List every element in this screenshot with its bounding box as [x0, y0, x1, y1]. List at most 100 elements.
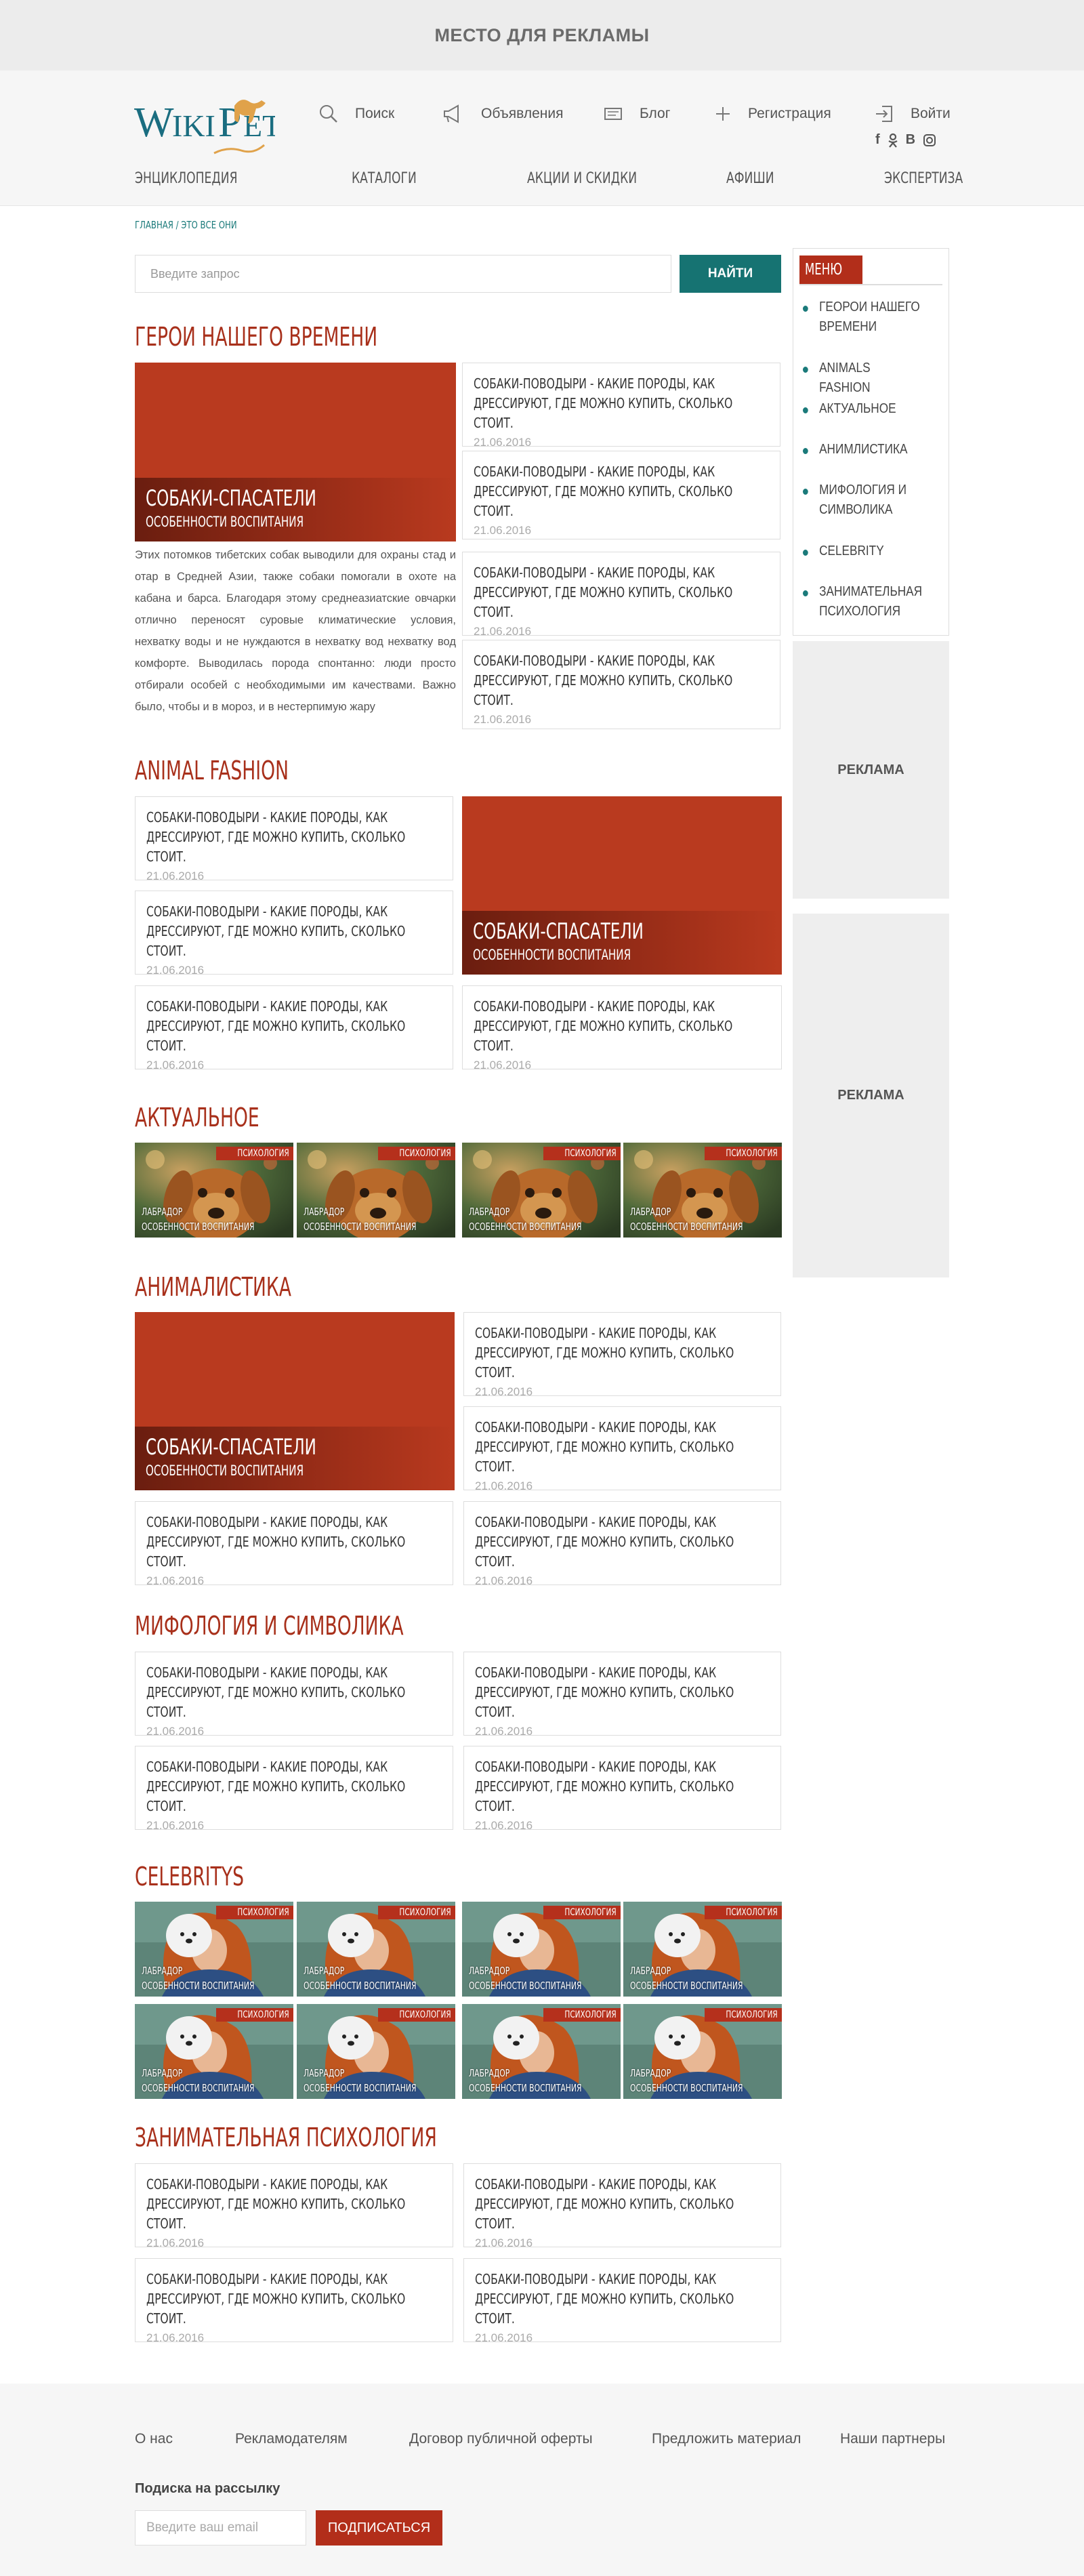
article-card[interactable]: СОБАКИ-ПОВОДЫРИ - КАКИЕ ПОРОДЫ, КАК ДРЕС… — [135, 1746, 453, 1832]
article-card[interactable]: СОБАКИ-ПОВОДЫРИ - КАКИЕ ПОРОДЫ, КАК ДРЕС… — [135, 2258, 453, 2344]
footer-link-about[interactable]: О нас — [135, 2431, 173, 2447]
category-badge[interactable]: ПСИХОЛОГИЯ — [705, 1906, 782, 1919]
footer-link-partners[interactable]: Наши партнеры — [840, 2431, 945, 2447]
header-ads-link[interactable]: Объявления — [442, 100, 563, 127]
sidebar-item-myth[interactable]: МИФОЛОГИЯ И СИМВОЛИКА — [803, 481, 922, 520]
section-title-celeb[interactable]: CELEBRITYS — [135, 1864, 244, 1889]
vkontakte-icon[interactable]: B — [906, 132, 915, 148]
sidebar-ad-1[interactable]: РЕКЛАМА — [793, 641, 949, 899]
category-badge[interactable]: ПСИХОЛОГИЯ — [378, 1147, 455, 1160]
tile-title: ЛАБРАДОР — [142, 2067, 183, 2079]
feature-title: СОБАКИ-СПАСАТЕЛИ — [473, 918, 644, 944]
category-badge[interactable]: ПСИХОЛОГИЯ — [216, 2008, 293, 2022]
footer-link-submit[interactable]: Предложить материал — [652, 2431, 801, 2447]
facebook-icon[interactable]: f — [875, 132, 880, 148]
search-input[interactable] — [135, 255, 671, 293]
nav-expertise[interactable]: ЭКСПЕРТИЗА — [884, 170, 963, 187]
article-card[interactable]: СОБАКИ-ПОВОДЫРИ - КАКИЕ ПОРОДЫ, КАК ДРЕС… — [135, 985, 453, 1071]
article-card[interactable]: СОБАКИ-ПОВОДЫРИ - КАКИЕ ПОРОДЫ, КАК ДРЕС… — [463, 1746, 781, 1832]
sidebar-item-celebrity[interactable]: CELEBRITY — [803, 541, 922, 561]
feature-card[interactable]: СОБАКИ-СПАСАТЕЛИ ОСОБЕННОСТИ ВОСПИТАНИЯ — [462, 796, 782, 975]
article-card[interactable]: СОБАКИ-ПОВОДЫРИ - КАКИЕ ПОРОДЫ, КАК ДРЕС… — [135, 2163, 453, 2249]
section-title-psych[interactable]: ЗАНИМАТЕЛЬНАЯ ПСИХОЛОГИЯ — [135, 2125, 437, 2150]
footer-link-offer[interactable]: Договор публичной оферты — [409, 2431, 593, 2447]
category-badge[interactable]: ПСИХОЛОГИЯ — [543, 2008, 621, 2022]
article-card[interactable]: СОБАКИ-ПОВОДЫРИ - КАКИЕ ПОРОДЫ, КАК ДРЕС… — [462, 363, 780, 449]
subscribe-button[interactable]: ПОДПИСАТЬСЯ — [316, 2510, 442, 2546]
tile-title: ЛАБРАДОР — [469, 1206, 510, 1218]
sidebar-ad-2[interactable]: РЕКЛАМА — [793, 914, 949, 1277]
article-date: 21.06.2016 — [474, 436, 532, 449]
article-card[interactable]: СОБАКИ-ПОВОДЫРИ - КАКИЕ ПОРОДЫ, КАК ДРЕС… — [463, 1406, 781, 1492]
sidebar-item-psych[interactable]: ЗАНИМАТЕЛЬНАЯ ПСИХОЛОГИЯ — [803, 582, 922, 621]
header-register-link[interactable]: Регистрация — [714, 100, 831, 127]
section-title-heroes[interactable]: ГЕРОИ НАШЕГО ВРЕМЕНИ — [135, 324, 377, 350]
header-login-link[interactable]: Войти — [874, 100, 951, 127]
photo-tile[interactable]: ПСИХОЛОГИЯ ЛАБРАДОР ОСОБЕННОСТИ ВОСПИТАНИЯ — [135, 2004, 293, 2099]
nav-promotions[interactable]: АКЦИИ И СКИДКИ — [527, 170, 637, 187]
category-badge[interactable]: ПСИХОЛОГИЯ — [216, 1906, 293, 1919]
sidebar-item-fashion[interactable]: ANIMALS FASHION — [803, 359, 922, 398]
category-badge[interactable]: ПСИХОЛОГИЯ — [378, 1906, 455, 1919]
category-badge[interactable]: ПСИХОЛОГИЯ — [543, 1147, 621, 1160]
photo-tile[interactable]: ПСИХОЛОГИЯ ЛАБРАДОР ОСОБЕННОСТИ ВОСПИТАНИЯ — [135, 1143, 293, 1238]
photo-tile[interactable]: ПСИХОЛОГИЯ ЛАБРАДОР ОСОБЕННОСТИ ВОСПИТАНИЯ — [135, 1902, 293, 1997]
article-card[interactable]: СОБАКИ-ПОВОДЫРИ - КАКИЕ ПОРОДЫ, КАК ДРЕС… — [462, 640, 780, 729]
article-card[interactable]: СОБАКИ-ПОВОДЫРИ - КАКИЕ ПОРОДЫ, КАК ДРЕС… — [462, 985, 782, 1071]
breadcrumb[interactable]: ГЛАВНАЯ / ЭТО ВСЕ ОНИ — [135, 219, 237, 231]
category-badge[interactable]: ПСИХОЛОГИЯ — [705, 1147, 782, 1160]
article-card[interactable]: СОБАКИ-ПОВОДЫРИ - КАКИЕ ПОРОДЫ, КАК ДРЕС… — [135, 891, 453, 977]
photo-tile[interactable]: ПСИХОЛОГИЯ ЛАБРАДОР ОСОБЕННОСТИ ВОСПИТАНИЯ — [623, 1902, 782, 1997]
section-title-actual[interactable]: АКТУАЛЬНОЕ — [135, 1105, 259, 1130]
photo-tile[interactable]: ПСИХОЛОГИЯ ЛАБРАДОР ОСОБЕННОСТИ ВОСПИТАНИЯ — [462, 2004, 621, 2099]
category-badge[interactable]: ПСИХОЛОГИЯ — [543, 1906, 621, 1919]
photo-tile[interactable]: ПСИХОЛОГИЯ ЛАБРАДОР ОСОБЕННОСТИ ВОСПИТАНИЯ — [462, 1143, 621, 1238]
photo-tile[interactable]: ПСИХОЛОГИЯ ЛАБРАДОР ОСОБЕННОСТИ ВОСПИТАНИЯ — [297, 1902, 455, 1997]
nav-encyclopedia[interactable]: ЭНЦИКЛОПЕДИЯ — [135, 170, 238, 187]
article-date: 21.06.2016 — [474, 625, 532, 638]
article-card[interactable]: СОБАКИ-ПОВОДЫРИ - КАКИЕ ПОРОДЫ, КАК ДРЕС… — [463, 1501, 781, 1587]
article-card[interactable]: СОБАКИ-ПОВОДЫРИ - КАКИЕ ПОРОДЫ, КАК ДРЕС… — [463, 1312, 781, 1398]
article-card[interactable]: СОБАКИ-ПОВОДЫРИ - КАКИЕ ПОРОДЫ, КАК ДРЕС… — [462, 451, 780, 539]
feature-card[interactable]: СОБАКИ-СПАСАТЕЛИ ОСОБЕННОСТИ ВОСПИТАНИЯ — [135, 1312, 455, 1490]
article-card[interactable]: СОБАКИ-ПОВОДЫРИ - КАКИЕ ПОРОДЫ, КАК ДРЕС… — [463, 2258, 781, 2344]
photo-tile[interactable]: ПСИХОЛОГИЯ ЛАБРАДОР ОСОБЕННОСТИ ВОСПИТАНИЯ — [297, 2004, 455, 2099]
nav-catalogs[interactable]: КАТАЛОГИ — [352, 170, 417, 187]
section-title-fashion[interactable]: ANIMAL FASHION — [135, 758, 289, 783]
email-field[interactable] — [135, 2510, 306, 2546]
header-blog-link[interactable]: Блог — [603, 100, 670, 127]
wikipet-logo[interactable]: W IKI P ET — [133, 85, 281, 160]
article-card[interactable]: СОБАКИ-ПОВОДЫРИ - КАКИЕ ПОРОДЫ, КАК ДРЕС… — [135, 1652, 453, 1738]
search-button[interactable]: НАЙТИ — [680, 255, 781, 293]
sidebar-item-actual[interactable]: АКТУАЛЬНОЕ — [803, 399, 922, 419]
article-card[interactable]: СОБАКИ-ПОВОДЫРИ - КАКИЕ ПОРОДЫ, КАК ДРЕС… — [135, 1501, 453, 1587]
instagram-icon[interactable] — [923, 134, 936, 147]
photo-tile[interactable]: ПСИХОЛОГИЯ ЛАБРАДОР ОСОБЕННОСТИ ВОСПИТАНИЯ — [623, 1143, 782, 1238]
top-ad-banner[interactable]: МЕСТО ДЛЯ РЕКЛАМЫ — [0, 0, 1084, 70]
header-search-link[interactable]: Поиск — [318, 100, 394, 127]
odnoklassniki-icon[interactable] — [888, 133, 898, 148]
article-card[interactable]: СОБАКИ-ПОВОДЫРИ - КАКИЕ ПОРОДЫ, КАК ДРЕС… — [462, 552, 780, 638]
section-title-myth[interactable]: МИФОЛОГИЯ И СИМВОЛИКА — [135, 1613, 404, 1639]
photo-tile[interactable]: ПСИХОЛОГИЯ ЛАБРАДОР ОСОБЕННОСТИ ВОСПИТАНИЯ — [462, 1902, 621, 1997]
category-badge[interactable]: ПСИХОЛОГИЯ — [378, 2008, 455, 2022]
photo-tile[interactable]: ПСИХОЛОГИЯ ЛАБРАДОР ОСОБЕННОСТИ ВОСПИТАНИЯ — [623, 2004, 782, 2099]
section-title-animal[interactable]: АНИМАЛИСТИКА — [135, 1274, 291, 1300]
nav-posters[interactable]: АФИШИ — [726, 170, 774, 187]
feature-card[interactable]: СОБАКИ-СПАСАТЕЛИ ОСОБЕННОСТИ ВОСПИТАНИЯ — [135, 363, 456, 541]
article-card[interactable]: СОБАКИ-ПОВОДЫРИ - КАКИЕ ПОРОДЫ, КАК ДРЕС… — [463, 1652, 781, 1738]
article-date: 21.06.2016 — [474, 713, 532, 726]
category-badge[interactable]: ПСИХОЛОГИЯ — [705, 2008, 782, 2022]
footer-link-advertisers[interactable]: Рекламодателям — [235, 2431, 348, 2447]
tile-subtitle: ОСОБЕННОСТИ ВОСПИТАНИЯ — [630, 2082, 743, 2094]
article-title: СОБАКИ-ПОВОДЫРИ - КАКИЕ ПОРОДЫ, КАК ДРЕС… — [474, 998, 733, 1054]
header-login-label: Войти — [911, 106, 951, 121]
article-card[interactable]: СОБАКИ-ПОВОДЫРИ - КАКИЕ ПОРОДЫ, КАК ДРЕС… — [463, 2163, 781, 2249]
photo-tile[interactable]: ПСИХОЛОГИЯ ЛАБРАДОР ОСОБЕННОСТИ ВОСПИТАНИЯ — [297, 1143, 455, 1238]
category-badge[interactable]: ПСИХОЛОГИЯ — [216, 1147, 293, 1160]
article-title: СОБАКИ-ПОВОДЫРИ - КАКИЕ ПОРОДЫ, КАК ДРЕС… — [146, 903, 406, 959]
header-search-label: Поиск — [355, 106, 395, 121]
sidebar-item-animal[interactable]: АНИМЛИСТИКА — [803, 440, 922, 459]
sidebar-item-heroes[interactable]: ГЕОРОИ НАШЕГО ВРЕМЕНИ — [803, 298, 922, 337]
article-card[interactable]: СОБАКИ-ПОВОДЫРИ - КАКИЕ ПОРОДЫ, КАК ДРЕС… — [135, 796, 453, 882]
